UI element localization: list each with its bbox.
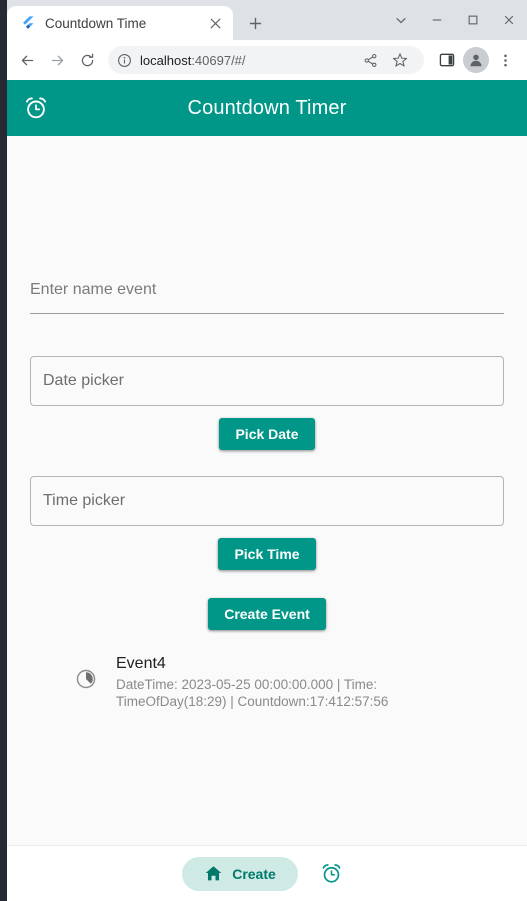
pick-date-row: Pick Date xyxy=(30,418,504,450)
address-bar[interactable]: localhost:40697/#/ xyxy=(108,46,424,74)
page-title: Countdown Timer xyxy=(187,96,347,119)
reload-icon xyxy=(81,53,93,66)
pick-date-button[interactable]: Pick Date xyxy=(219,418,315,450)
date-picker-input[interactable]: Date picker xyxy=(30,356,504,406)
top-spacer xyxy=(30,136,504,266)
spacer-before-create xyxy=(30,570,504,598)
nav-item-create[interactable]: Create xyxy=(182,856,298,891)
back-arrow-icon xyxy=(21,55,33,65)
window-close-button[interactable] xyxy=(491,0,527,40)
flutter-logo-icon xyxy=(23,16,34,29)
profile-button[interactable] xyxy=(463,47,489,73)
bottom-navigation-bar: Create xyxy=(7,845,527,901)
spacer-after-time xyxy=(30,526,504,538)
window-left-edge xyxy=(0,0,7,901)
list-item-subtitle: DateTime: 2023-05-25 00:00:00.000 | Time… xyxy=(116,677,389,709)
timelapse-icon xyxy=(66,654,106,690)
chevron-down-icon xyxy=(396,17,406,24)
maximize-icon xyxy=(468,15,478,25)
list-item-body: Event4 DateTime: 2023-05-25 00:00:00.000… xyxy=(106,654,504,710)
nav-item-alarm-slot[interactable] xyxy=(312,857,352,891)
page-viewport: Countdown Timer Enter name event Date pi… xyxy=(7,80,527,901)
tab-search-button[interactable] xyxy=(383,0,419,40)
pick-time-button[interactable]: Pick Time xyxy=(218,538,316,570)
spacer-after-date xyxy=(30,406,504,418)
spacer-after-name xyxy=(30,314,504,356)
date-picker-placeholder: Date picker xyxy=(43,372,124,389)
browser-tab[interactable]: Countdown Time xyxy=(7,6,233,40)
url-path: :40697/#/ xyxy=(191,52,246,68)
browser-toolbar: localhost:40697/#/ xyxy=(0,40,527,80)
star-icon xyxy=(392,53,408,67)
app-bar: Countdown Timer xyxy=(7,80,527,136)
minimize-icon xyxy=(432,19,442,21)
alarm-clock-icon xyxy=(322,864,341,883)
spacer-before-time xyxy=(30,450,504,476)
tab-strip: Countdown Time xyxy=(0,0,527,40)
maximize-button[interactable] xyxy=(455,0,491,40)
list-item[interactable]: Event4 DateTime: 2023-05-25 00:00:00.000… xyxy=(30,650,504,714)
omnibox-actions xyxy=(356,46,414,74)
pick-time-row: Pick Time xyxy=(30,538,504,570)
share-button[interactable] xyxy=(356,46,384,74)
side-panel-button[interactable] xyxy=(433,46,461,74)
event-name-placeholder: Enter name event xyxy=(30,280,157,298)
forward-button[interactable] xyxy=(43,46,71,74)
info-circle-icon[interactable] xyxy=(117,53,132,68)
tab-close-icon[interactable] xyxy=(206,14,224,32)
create-event-button[interactable]: Create Event xyxy=(208,598,326,630)
nav-item-alarm[interactable] xyxy=(312,857,352,891)
list-item-title: Event4 xyxy=(116,655,166,672)
minimize-button[interactable] xyxy=(419,0,455,40)
nav-item-create-pill[interactable]: Create xyxy=(182,856,298,891)
time-picker-input[interactable]: Time picker xyxy=(30,476,504,526)
share-icon xyxy=(364,53,376,67)
window-controls xyxy=(383,0,527,40)
alarm-clock-icon xyxy=(23,95,49,121)
nav-item-create-label: Create xyxy=(232,865,276,882)
browser-window: Countdown Time localhost:40697/#/ Countd… xyxy=(0,0,527,901)
new-tab-button[interactable] xyxy=(240,8,270,38)
home-icon xyxy=(205,866,222,881)
tab-title: Countdown Time xyxy=(45,15,147,31)
side-panel-icon xyxy=(439,53,455,67)
plus-icon xyxy=(249,17,261,29)
avatar-icon xyxy=(470,54,482,67)
create-event-row: Create Event xyxy=(30,598,504,630)
reload-button[interactable] xyxy=(73,46,101,74)
event-name-input[interactable]: Enter name event xyxy=(30,266,504,314)
time-picker-placeholder: Time picker xyxy=(43,492,126,509)
back-button[interactable] xyxy=(13,46,41,74)
close-icon xyxy=(504,15,514,25)
three-dot-menu-icon xyxy=(503,54,507,66)
event-list: Event4 DateTime: 2023-05-25 00:00:00.000… xyxy=(30,630,504,845)
url-host: localhost xyxy=(140,52,192,68)
browser-menu-button[interactable] xyxy=(491,46,519,74)
app-body: Enter name event Date picker Pick Date T… xyxy=(7,136,527,845)
bookmark-button[interactable] xyxy=(386,46,414,74)
address-bar-text: localhost:40697/#/ xyxy=(140,53,246,68)
forward-arrow-icon xyxy=(51,55,63,65)
